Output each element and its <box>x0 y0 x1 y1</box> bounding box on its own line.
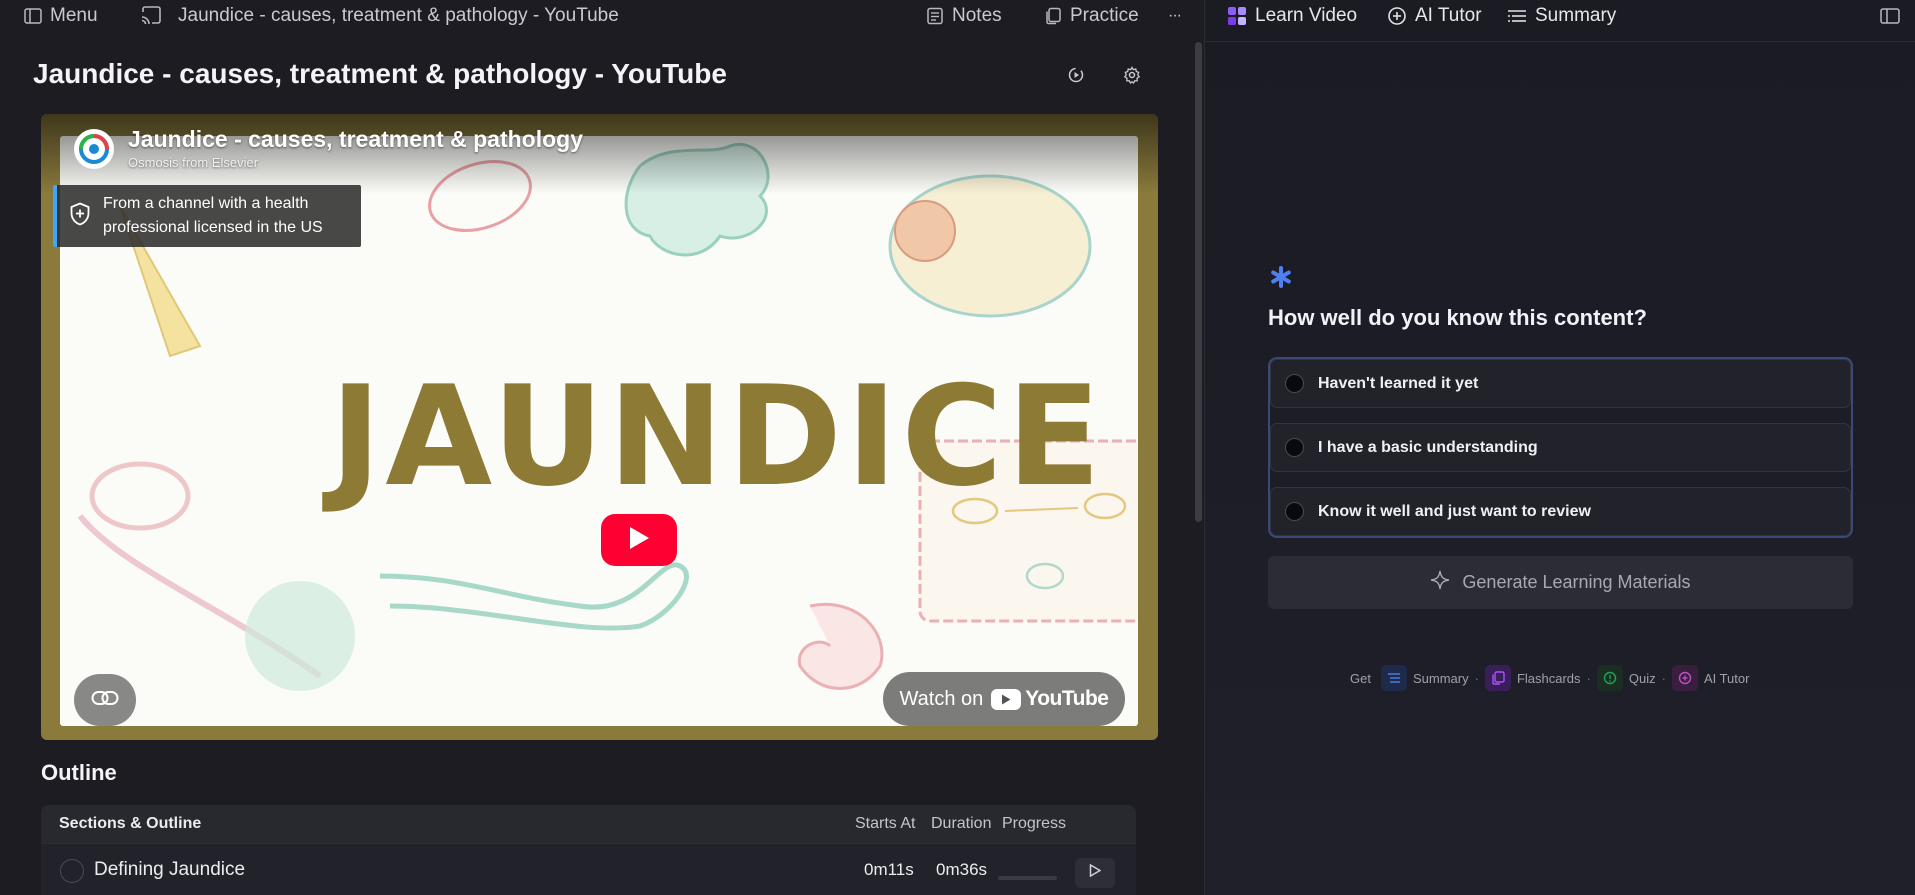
learn-video-icon <box>1227 6 1247 26</box>
gear-icon <box>1123 65 1141 89</box>
watch-on-label: Watch on <box>899 687 984 710</box>
health-source-badge[interactable]: From a channel with a health professiona… <box>53 185 361 247</box>
youtube-logo: YouTube <box>991 687 1109 711</box>
practice-icon <box>1044 7 1062 25</box>
watch-on-youtube-button[interactable]: Watch on YouTube <box>883 672 1125 726</box>
col-sections: Sections & Outline <box>59 815 202 832</box>
ai-tutor-icon <box>1387 6 1407 26</box>
more-icon: ··· <box>1168 7 1182 24</box>
settings-button[interactable] <box>1115 60 1149 94</box>
section-progress-bar <box>998 876 1057 880</box>
autoplay-button[interactable] <box>1059 60 1093 94</box>
autoplay-icon <box>1067 66 1085 89</box>
panel-toggle-icon <box>1880 8 1900 24</box>
side-panel-tabs: Learn Video AI Tutor Summary <box>1205 0 1915 42</box>
cast-icon <box>140 6 162 26</box>
tab-ai-tutor[interactable]: AI Tutor <box>1387 0 1482 32</box>
tab-learn-video[interactable]: Learn Video <box>1227 0 1357 32</box>
generate-label: Generate Learning Materials <box>1462 572 1691 592</box>
play-icon <box>1089 863 1102 882</box>
sidebar-toggle-icon <box>24 8 42 24</box>
doc-title-area[interactable]: Jaundice - causes, treatment & pathology… <box>140 0 619 32</box>
youtube-play-icon <box>991 688 1022 710</box>
sparkle-asterisk-icon <box>1268 264 1294 295</box>
get-label: Get <box>1350 670 1371 686</box>
video-player[interactable]: JAUNDICE Jaundice - causes, treatment & … <box>41 114 1158 740</box>
collapse-panel-button[interactable] <box>1880 0 1900 32</box>
option-review[interactable]: Know it well and just want to review <box>1270 487 1851 536</box>
outline-table: Sections & Outline Starts At Duration Pr… <box>41 805 1136 895</box>
option-label: Haven't learned it yet <box>1318 374 1479 392</box>
more-options-button[interactable]: ··· <box>1168 0 1182 32</box>
doc-title: Jaundice - causes, treatment & pathology… <box>178 5 619 26</box>
youtube-wordmark: YouTube <box>1025 687 1109 710</box>
osmosis-logo-icon <box>79 134 109 164</box>
menu-button[interactable]: Menu <box>24 0 98 32</box>
get-quiz: Quiz <box>1628 670 1656 686</box>
get-ai-tutor: AI Tutor <box>1703 670 1750 686</box>
practice-label: Practice <box>1070 5 1139 26</box>
health-badge-text: From a channel with a health professiona… <box>103 195 323 236</box>
radio-button[interactable] <box>1285 438 1304 457</box>
video-title[interactable]: Jaundice - causes, treatment & pathology <box>128 126 583 153</box>
notes-label: Notes <box>952 5 1002 26</box>
outline-table-header: Sections & Outline Starts At Duration Pr… <box>41 805 1136 843</box>
notes-button[interactable]: Notes <box>926 0 1002 32</box>
ai-tutor-mini-icon <box>1671 665 1698 691</box>
separator: · <box>1661 670 1666 686</box>
copy-link-button[interactable] <box>74 674 136 726</box>
channel-avatar[interactable] <box>74 129 114 169</box>
table-row[interactable]: Defining Jaundice 0m11s 0m36s <box>41 843 1136 895</box>
generate-materials-button[interactable]: Generate Learning Materials <box>1268 556 1853 609</box>
practice-button[interactable]: Practice <box>1044 0 1139 32</box>
knowledge-options: Haven't learned it yet I have a basic un… <box>1268 357 1853 538</box>
radio-button[interactable] <box>1285 374 1304 393</box>
separator: · <box>1474 670 1479 686</box>
section-start: 0m11s <box>864 860 914 879</box>
tab-summary[interactable]: Summary <box>1507 0 1616 32</box>
tab-ai-tutor-label: AI Tutor <box>1415 5 1482 26</box>
notes-icon <box>926 7 944 25</box>
tab-learn-video-label: Learn Video <box>1255 5 1358 26</box>
thumbnail-title-text: JAUNDICE <box>330 356 1105 517</box>
separator: · <box>1586 670 1591 686</box>
main-pane: Menu Jaundice - causes, treatment & path… <box>0 0 1204 895</box>
link-icon <box>91 688 119 713</box>
get-flashcards: Flashcards <box>1516 670 1581 686</box>
option-label: I have a basic understanding <box>1318 438 1538 456</box>
summary-list-icon <box>1507 8 1527 24</box>
scrollbar[interactable] <box>1195 42 1202 522</box>
menu-label: Menu <box>50 5 98 26</box>
play-button[interactable] <box>601 514 677 566</box>
knowledge-question: How well do you know this content? <box>1268 305 1647 330</box>
quiz-mini-icon <box>1596 665 1623 691</box>
play-icon <box>628 526 650 555</box>
col-starts-at: Starts At <box>855 815 916 832</box>
section-play-button[interactable] <box>1075 858 1115 888</box>
option-basic-understanding[interactable]: I have a basic understanding <box>1270 423 1851 472</box>
radio-button[interactable] <box>1285 502 1304 521</box>
outline-heading: Outline <box>41 760 117 785</box>
completion-circle-icon[interactable] <box>60 859 84 883</box>
video-channel[interactable]: Osmosis from Elsevier <box>128 155 258 170</box>
section-duration: 0m36s <box>936 860 988 879</box>
summary-mini-icon <box>1380 665 1407 691</box>
tab-summary-label: Summary <box>1535 5 1617 26</box>
get-summary: Summary <box>1412 670 1469 686</box>
health-shield-icon <box>69 202 91 231</box>
col-progress: Progress <box>1002 815 1067 832</box>
col-duration: Duration <box>931 815 992 832</box>
option-label: Know it well and just want to review <box>1318 502 1591 520</box>
flashcards-mini-icon <box>1484 665 1511 691</box>
option-not-learned[interactable]: Haven't learned it yet <box>1270 359 1851 408</box>
sparkle-icon <box>1430 570 1450 595</box>
feature-hint-row: Get Summary · Flashcards · Quiz · AI Tut… <box>1350 665 1749 691</box>
section-title: Defining Jaundice <box>94 859 246 880</box>
page-title: Jaundice - causes, treatment & pathology… <box>33 58 727 89</box>
